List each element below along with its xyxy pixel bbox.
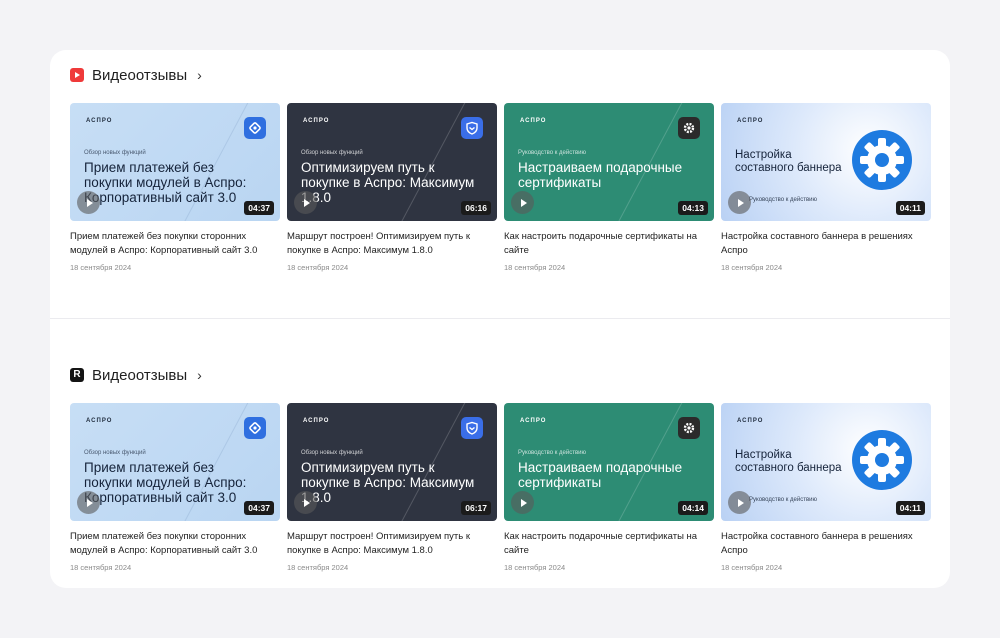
video-duration: 04:11 (895, 501, 925, 515)
r-logo-icon: R (70, 368, 84, 382)
video-card[interactable]: АСПРО Настройка составного баннера Руков… (721, 403, 931, 572)
chevron-right-icon: › (197, 367, 202, 383)
thumbnail-kicker: Руководство к действию (518, 150, 586, 156)
brand-logo: АСПРО (303, 418, 330, 424)
thumbnail-headline: Настройка составного баннера (735, 149, 842, 174)
video-date: 18 сентября 2024 (287, 263, 349, 272)
video-thumbnail[interactable]: АСПРО Руководство к действию Настраиваем… (504, 403, 714, 521)
video-card[interactable]: АСПРО Обзор новых функций Прием платежей… (70, 103, 280, 272)
video-thumbnail[interactable]: АСПРО Обзор новых функций Оптимизируем п… (287, 103, 497, 221)
thumbnail-kicker: Обзор новых функций (84, 150, 146, 156)
shield-logo-icon (461, 117, 483, 139)
section-header-link[interactable]: Видеоотзывы › (70, 66, 930, 84)
brand-logo: АСПРО (520, 118, 547, 124)
video-duration: 06:17 (461, 501, 491, 515)
video-card[interactable]: АСПРО Обзор новых функций Оптимизируем п… (287, 103, 497, 272)
thumbnail-headline: Настраиваем подарочные сертификаты (518, 160, 683, 190)
video-card[interactable]: АСПРО Руководство к действию Настраиваем… (504, 403, 714, 572)
play-icon[interactable] (294, 491, 317, 514)
brand-logo: АСПРО (737, 418, 764, 424)
video-title[interactable]: Маршрут построен! Оптимизируем путь к по… (287, 230, 497, 258)
thumbnail-kicker: Обзор новых функций (301, 150, 363, 156)
video-thumbnail[interactable]: АСПРО Настройка составного баннера Руков… (721, 403, 931, 521)
video-card-list: АСПРО Обзор новых функций Прием платежей… (70, 403, 931, 572)
brand-logo: АСПРО (86, 118, 113, 124)
video-duration: 04:37 (244, 201, 274, 215)
video-date: 18 сентября 2024 (721, 563, 783, 572)
gear-icon (678, 417, 700, 439)
video-date: 18 сентября 2024 (504, 263, 566, 272)
thumbnail-headline: Настраиваем подарочные сертификаты (518, 460, 683, 490)
section-divider (50, 318, 950, 319)
thumbnail-headline: Прием платежей без покупки модулей в Асп… (84, 160, 247, 205)
video-thumbnail[interactable]: АСПРО Обзор новых функций Прием платежей… (70, 103, 280, 221)
video-title[interactable]: Прием платежей без покупки сторонних мод… (70, 230, 280, 258)
video-reviews-panel: Видеоотзывы › АСПРО Обзор новых функций … (50, 50, 950, 588)
brand-logo: АСПРО (520, 418, 547, 424)
thumbnail-headline: Прием платежей без покупки модулей в Асп… (84, 460, 247, 505)
thumbnail-headline: Оптимизируем путь к покупке в Аспро: Мак… (301, 460, 475, 505)
product-logo-icon (244, 117, 266, 139)
thumbnail-headline: Оптимизируем путь к покупке в Аспро: Мак… (301, 160, 475, 205)
video-card[interactable]: АСПРО Настройка составного баннера Руков… (721, 103, 931, 272)
video-duration: 04:14 (678, 501, 708, 515)
gear-icon (852, 430, 912, 490)
video-date: 18 сентября 2024 (70, 563, 132, 572)
product-logo-icon (244, 417, 266, 439)
section-title: Видеоотзывы (92, 66, 188, 84)
play-icon[interactable] (511, 491, 534, 514)
video-title[interactable]: Маршрут построен! Оптимизируем путь к по… (287, 530, 497, 558)
play-icon[interactable] (728, 491, 751, 514)
video-date: 18 сентября 2024 (504, 563, 566, 572)
chevron-right-icon: › (197, 67, 202, 83)
gear-icon (852, 130, 912, 190)
video-section-r: R Видеоотзывы › АСПРО Обзор новых функци… (70, 366, 931, 572)
shield-logo-icon (461, 417, 483, 439)
video-card[interactable]: АСПРО Руководство к действию Настраиваем… (504, 103, 714, 272)
play-icon[interactable] (511, 191, 534, 214)
video-title[interactable]: Как настроить подарочные сертификаты на … (504, 530, 714, 558)
video-date: 18 сентября 2024 (721, 263, 783, 272)
brand-logo: АСПРО (86, 418, 113, 424)
thumbnail-kicker: Обзор новых функций (301, 450, 363, 456)
thumbnail-kicker: Руководство к действию (518, 450, 586, 456)
thumbnail-headline: Настройка составного баннера (735, 449, 842, 474)
video-title[interactable]: Настройка составного баннера в решениях … (721, 230, 931, 258)
video-card[interactable]: АСПРО Обзор новых функций Прием платежей… (70, 403, 280, 572)
video-card[interactable]: АСПРО Обзор новых функций Оптимизируем п… (287, 403, 497, 572)
thumbnail-kicker: Обзор новых функций (84, 450, 146, 456)
video-title[interactable]: Как настроить подарочные сертификаты на … (504, 230, 714, 258)
section-header-link[interactable]: R Видеоотзывы › (70, 366, 930, 384)
video-duration: 04:13 (678, 201, 708, 215)
rutube-icon (70, 68, 84, 82)
video-duration: 06:16 (461, 201, 491, 215)
play-icon[interactable] (77, 491, 100, 514)
video-title[interactable]: Настройка составного баннера в решениях … (721, 530, 931, 558)
thumbnail-kicker: Руководство к действию (749, 497, 817, 503)
gear-icon (678, 117, 700, 139)
brand-logo: АСПРО (303, 118, 330, 124)
play-icon[interactable] (728, 191, 751, 214)
video-section-rutube: Видеоотзывы › АСПРО Обзор новых функций … (70, 66, 931, 272)
video-card-list: АСПРО Обзор новых функций Прием платежей… (70, 103, 931, 272)
video-duration: 04:37 (244, 501, 274, 515)
video-thumbnail[interactable]: АСПРО Настройка составного баннера Руков… (721, 103, 931, 221)
video-title[interactable]: Прием платежей без покупки сторонних мод… (70, 530, 280, 558)
section-title: Видеоотзывы (92, 366, 188, 384)
video-thumbnail[interactable]: АСПРО Обзор новых функций Оптимизируем п… (287, 403, 497, 521)
play-icon[interactable] (77, 191, 100, 214)
video-thumbnail[interactable]: АСПРО Обзор новых функций Прием платежей… (70, 403, 280, 521)
brand-logo: АСПРО (737, 118, 764, 124)
video-date: 18 сентября 2024 (287, 563, 349, 572)
play-icon[interactable] (294, 191, 317, 214)
video-thumbnail[interactable]: АСПРО Руководство к действию Настраиваем… (504, 103, 714, 221)
thumbnail-kicker: Руководство к действию (749, 197, 817, 203)
video-date: 18 сентября 2024 (70, 263, 132, 272)
video-duration: 04:11 (895, 201, 925, 215)
